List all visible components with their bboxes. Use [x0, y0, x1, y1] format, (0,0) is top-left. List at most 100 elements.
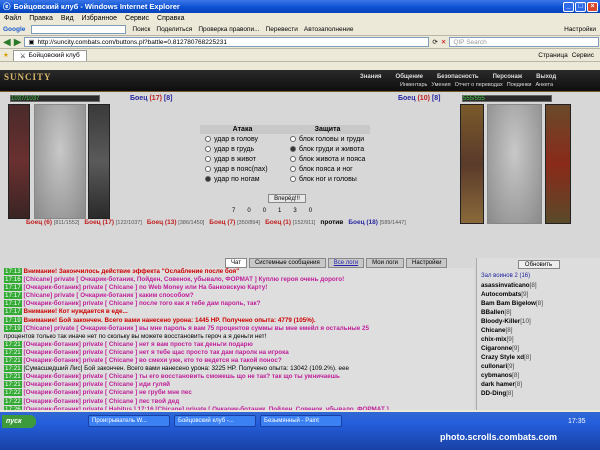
menu-item[interactable]: Вид	[61, 15, 74, 22]
player-entry[interactable]: Crazy Style xd[8]	[477, 353, 600, 362]
player-entry[interactable]: Bloody-Killer[10]	[477, 317, 600, 326]
attack-radio[interactable]	[205, 156, 211, 162]
chat-tab[interactable]: Настройки	[406, 258, 448, 268]
share-button[interactable]: Поделиться	[156, 26, 192, 33]
chat-log: 17:13 Внимание! Закончилось действие эфф…	[4, 268, 474, 410]
spellcheck-button[interactable]: Проверка правопи...	[198, 26, 259, 33]
taskbar-item[interactable]: Бойцовский клуб -...	[174, 415, 256, 427]
defense-option[interactable]: блок ног и головы	[285, 176, 370, 183]
player-entry[interactable]: Autocombats[9]	[477, 290, 600, 299]
right-equip-column[interactable]	[460, 104, 484, 224]
player-entry[interactable]: Cigaronne[9]	[477, 344, 600, 353]
tools-menu[interactable]: Сервис	[572, 52, 600, 59]
player-entry[interactable]: dark hamer[8]	[477, 380, 600, 389]
defense-option[interactable]: блок пояса и ног	[285, 166, 370, 173]
close-button[interactable]: ×	[587, 1, 598, 12]
taskbar-item[interactable]: Проигрыватель W...	[88, 415, 170, 427]
chat-tab[interactable]: Чат	[225, 258, 247, 268]
player-entry[interactable]: chix-mix[9]	[477, 335, 600, 344]
menu-item[interactable]: Сервис	[125, 15, 149, 22]
attack-option[interactable]: удар по ногам	[200, 176, 285, 183]
attack-radio[interactable]	[205, 146, 211, 152]
defense-radio[interactable]	[290, 136, 296, 142]
right-equip-column-2[interactable]	[545, 104, 571, 224]
chat-tab[interactable]: Мои логи	[366, 258, 405, 268]
player-entry[interactable]: cybmanos[8]	[477, 371, 600, 380]
maximize-button[interactable]: □	[575, 1, 586, 12]
game-nav-link[interactable]: Знания	[360, 74, 382, 80]
start-button[interactable]: пуск	[2, 415, 36, 428]
attack-radio[interactable]	[205, 166, 211, 172]
attack-option[interactable]: удар в пояс(пах)	[200, 166, 285, 173]
left-equip-column-2[interactable]	[88, 104, 110, 219]
player-entry[interactable]: Bam Bam Bigelow[8]	[477, 299, 600, 308]
defense-option[interactable]: блок головы и груди	[285, 136, 370, 143]
defense-radio[interactable]	[290, 156, 296, 162]
game-subnav-link[interactable]: Отчет о переводах	[455, 82, 503, 88]
forward-icon[interactable]: ▶	[14, 37, 22, 48]
fighter-hp: [811/1552]	[53, 219, 80, 226]
forward-button[interactable]: Вперёд!!!	[268, 194, 306, 203]
attack-radio[interactable]	[205, 176, 211, 182]
defense-radio[interactable]	[290, 166, 296, 172]
left-equip-column[interactable]	[8, 104, 30, 219]
attack-option[interactable]: удар в грудь	[200, 146, 285, 153]
minimize-button[interactable]: _	[563, 1, 574, 12]
attack-radio[interactable]	[205, 136, 211, 142]
tab-combats[interactable]: ⚔ Бойцовский клуб	[12, 49, 87, 61]
attack-option[interactable]: удар в живот	[200, 156, 285, 163]
favorites-star-icon[interactable]: ★	[3, 51, 9, 59]
game-subnav-link[interactable]: Поединки	[507, 82, 532, 88]
refresh-button[interactable]: Обновить	[517, 260, 560, 269]
team-fighter[interactable]: Боец (17) [122/1037]	[84, 219, 141, 226]
game-subnav-link[interactable]: Анкета	[535, 82, 553, 88]
google-search-input[interactable]	[31, 24, 127, 34]
settings-button[interactable]: Настройки	[564, 26, 600, 33]
google-search-button[interactable]: Поиск	[132, 26, 150, 33]
menu-item[interactable]: Справка	[157, 15, 184, 22]
back-icon[interactable]: ◀	[3, 37, 11, 48]
player-entry[interactable]: cullonari[9]	[477, 362, 600, 371]
game-nav-link[interactable]: Безопасность	[437, 74, 479, 80]
player-name: Chicane	[481, 327, 506, 334]
enemy-fighter[interactable]: Боец (18) [589/1447]	[348, 219, 405, 226]
autofill-button[interactable]: Автозаполнение	[304, 26, 354, 33]
page-menu[interactable]: Страница	[538, 52, 567, 59]
game-subnav-link[interactable]: Инвентарь	[400, 82, 427, 88]
defense-radio[interactable]	[290, 146, 296, 152]
game-subnav-link[interactable]: Умения	[431, 82, 450, 88]
chat-tab[interactable]: Все логи	[327, 258, 365, 268]
player-entry[interactable]: asassinvaticano[8]	[477, 281, 600, 290]
team-fighter[interactable]: Боец (6) [811/1552]	[26, 219, 79, 226]
game-nav-link[interactable]: Общение	[396, 74, 423, 80]
game-nav-link[interactable]: Выход	[536, 74, 556, 80]
chat-text: [Очкарик-ботаник] private [ Chicane ] не…	[23, 340, 253, 348]
menu-item[interactable]: Правка	[29, 15, 53, 22]
watermark: photo.scrolls.combats.com	[440, 432, 558, 442]
attack-option[interactable]: удар в голову	[200, 136, 285, 143]
qip-search-input[interactable]: QIP Search	[449, 37, 600, 47]
tab-icon: ⚔	[19, 52, 26, 60]
team-fighter[interactable]: Боец (7) [350/894]	[209, 219, 260, 226]
game-nav-link[interactable]: Персонаж	[493, 74, 523, 80]
attack-defense-row: удар в грудь блок груди и живота	[200, 144, 370, 154]
player-entry[interactable]: Chicane[8]	[477, 326, 600, 335]
taskbar-item[interactable]: Безымянный - Paint	[260, 415, 342, 427]
defense-radio[interactable]	[290, 176, 296, 182]
chat-message: 17:21 [Очкарик-ботаник] private [ Chican…	[4, 348, 474, 357]
stop-icon[interactable]: ✕	[441, 38, 446, 46]
menu-item[interactable]: Избранное	[82, 15, 117, 22]
team-fighter[interactable]: Боец (13) [386/1450]	[147, 219, 204, 226]
player-entry[interactable]: BBallen[8]	[477, 308, 600, 317]
chat-tab[interactable]: Системные сообщения	[248, 258, 326, 268]
refresh-icon[interactable]: ⟳	[432, 38, 437, 46]
translate-button[interactable]: Перевести	[266, 26, 298, 33]
defense-option[interactable]: блок груди и живота	[285, 146, 370, 153]
menu-item[interactable]: Файл	[4, 15, 21, 22]
address-bar[interactable]: ▣ http://suncity.combats.com/buttons.pl?b…	[24, 37, 430, 47]
team-fighter[interactable]: Боец (1) [152/911]	[265, 219, 315, 226]
defense-option[interactable]: блок живота и пояса	[285, 156, 370, 163]
fighter-hp: [386/1450]	[178, 219, 205, 226]
defense-label: блок груди и живота	[299, 145, 365, 153]
player-entry[interactable]: DD-Ding[8]	[477, 389, 600, 398]
